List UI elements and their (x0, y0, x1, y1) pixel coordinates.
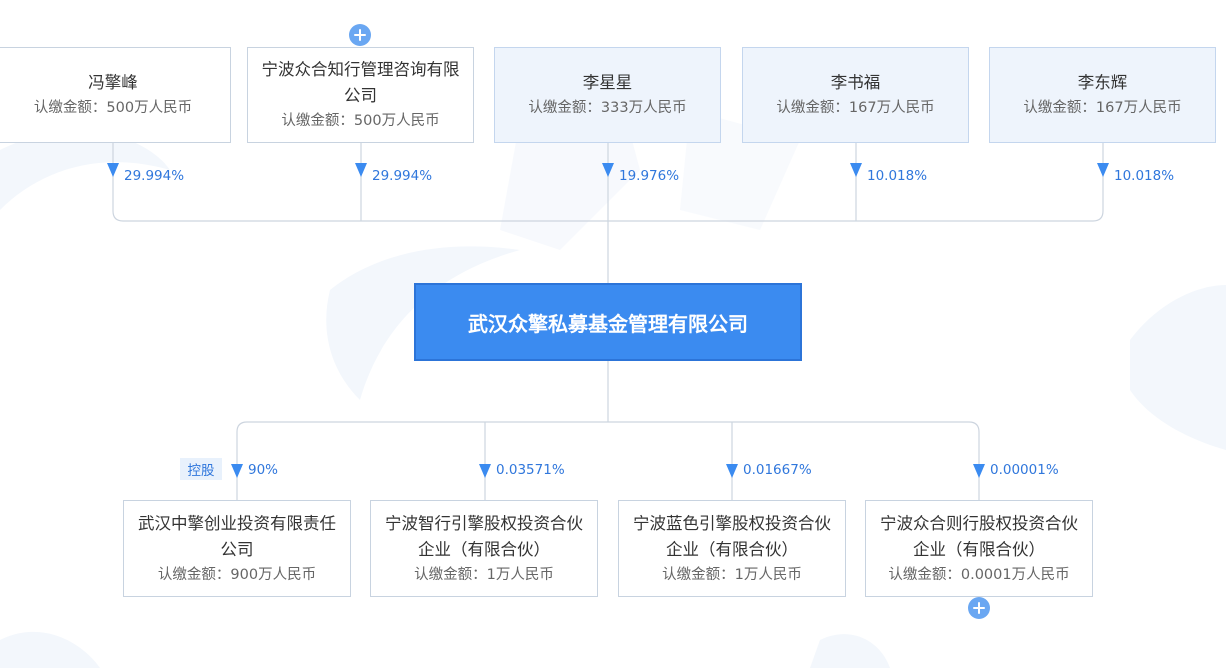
holding-tag: 控股 (180, 458, 222, 480)
investment-node-ningbo-blue-engine[interactable]: 宁波蓝色引擎股权投资合伙企业（有限合伙） 认缴金额：1万人民币 (618, 500, 846, 597)
investment-percent: 0.01667% (743, 462, 812, 478)
investment-percent: 0.03571% (496, 462, 565, 478)
arrow-down-icon (602, 163, 614, 177)
investment-name: 宁波智行引擎股权投资合伙企业（有限合伙） (385, 513, 583, 559)
investment-name: 宁波蓝色引擎股权投资合伙企业（有限合伙） (633, 513, 831, 559)
shareholder-percent: 29.994% (372, 168, 433, 184)
shareholder-percent: 29.994% (124, 168, 185, 184)
shareholder-name: 宁波众合知行管理咨询有限公司 (261, 60, 460, 105)
shareholder-node-li-shufu[interactable]: 李书福 认缴金额：167万人民币 (742, 47, 969, 143)
investment-name: 武汉中擎创业投资有限责任公司 (138, 513, 336, 559)
shareholder-node-ningbo-zhonghe-zhixing[interactable]: 宁波众合知行管理咨询有限公司 认缴金额：500万人民币 (247, 47, 474, 143)
arrow-down-icon (107, 163, 119, 177)
shareholder-name: 冯擎峰 (88, 73, 138, 92)
shareholder-name: 李书福 (830, 73, 881, 92)
investment-amount: 认缴金额：900万人民币 (157, 566, 317, 583)
center-company-node[interactable]: 武汉众擎私募基金管理有限公司 (414, 283, 802, 361)
investment-percent: 0.00001% (990, 462, 1059, 478)
shareholder-amount: 认缴金额：167万人民币 (776, 100, 935, 116)
investment-node-wuhan-zhongqing-venture[interactable]: 武汉中擎创业投资有限责任公司 认缴金额：900万人民币 (123, 500, 351, 597)
arrow-down-icon (479, 464, 491, 478)
shareholder-amount: 认缴金额：333万人民币 (528, 100, 687, 116)
investment-amount: 认缴金额：1万人民币 (662, 566, 802, 583)
investment-amount: 认缴金额：1万人民币 (414, 566, 554, 583)
investment-amount: 认缴金额：0.0001万人民币 (888, 566, 1070, 583)
arrow-down-icon (1097, 163, 1109, 177)
shareholder-percent: 10.018% (867, 168, 928, 184)
shareholder-node-li-xingxing[interactable]: 李星星 认缴金额：333万人民币 (494, 47, 721, 143)
arrow-down-icon (726, 464, 738, 478)
arrow-down-icon (355, 163, 367, 177)
shareholder-node-feng-qingfeng[interactable]: 冯擎峰 认缴金额：500万人民币 (0, 47, 231, 143)
shareholder-percent: 10.018% (1114, 168, 1175, 184)
arrow-down-icon (973, 464, 985, 478)
expand-shareholder-plus-icon[interactable] (349, 24, 371, 46)
shareholder-amount: 认缴金额：167万人民币 (1023, 100, 1182, 116)
shareholder-name: 李东辉 (1077, 73, 1128, 92)
shareholder-node-li-donghui[interactable]: 李东辉 认缴金额：167万人民币 (989, 47, 1216, 143)
expand-investment-plus-icon[interactable] (968, 597, 990, 619)
investment-node-ningbo-zhixing-engine[interactable]: 宁波智行引擎股权投资合伙企业（有限合伙） 认缴金额：1万人民币 (370, 500, 598, 597)
shareholder-percent: 19.976% (619, 168, 680, 184)
arrow-down-icon (231, 464, 243, 478)
shareholder-amount: 认缴金额：500万人民币 (281, 113, 440, 129)
investment-node-ningbo-zhonghe-zexing[interactable]: 宁波众合则行股权投资合伙企业（有限合伙） 认缴金额：0.0001万人民币 (865, 500, 1093, 597)
shareholder-name: 李星星 (582, 73, 633, 92)
investment-name: 宁波众合则行股权投资合伙企业（有限合伙） (880, 513, 1078, 559)
arrow-down-icon (850, 163, 862, 177)
shareholder-amount: 认缴金额：500万人民币 (33, 100, 193, 116)
investment-percent: 90% (248, 462, 279, 478)
